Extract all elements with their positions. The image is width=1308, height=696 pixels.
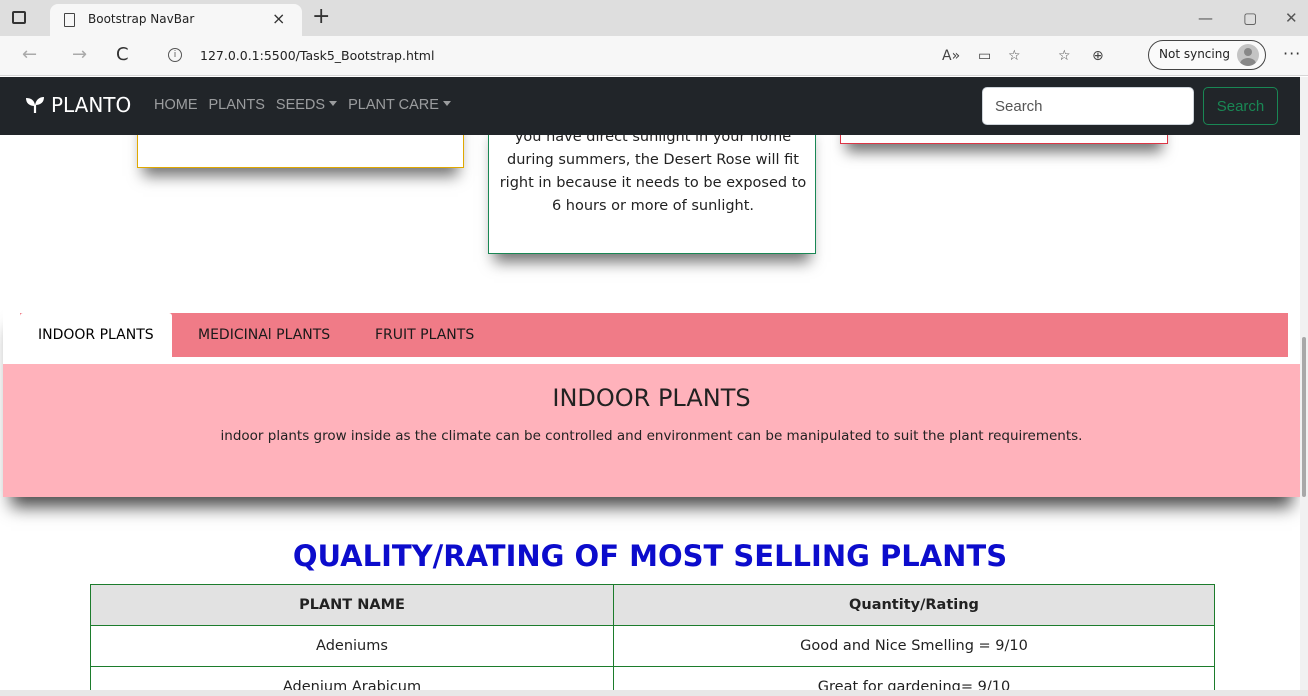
- nav-seeds-dropdown[interactable]: SEEDS: [276, 97, 337, 113]
- plant-card-desert-rose: you have direct sunlight in your home du…: [488, 117, 816, 254]
- plant-tabs-section: INDOOR PLANTS MEDICINAl PLANTS FRUIT PLA…: [3, 302, 1300, 497]
- tab-pane-indoor: INDOOR PLANTS indoor plants grow inside …: [3, 364, 1300, 497]
- address-bar[interactable]: i 127.0.0.1:5500/Task5_Bootstrap.html: [150, 42, 1150, 70]
- table-header-row: PLANT NAME Quantity/Rating: [90, 584, 1215, 626]
- url-text[interactable]: 127.0.0.1:5500/Task5_Bootstrap.html: [200, 48, 434, 63]
- collections-icon[interactable]: ⊕: [1092, 46, 1104, 66]
- cell-rating: Good and Nice Smelling = 9/10: [613, 625, 1215, 667]
- search-button[interactable]: Search: [1203, 87, 1278, 125]
- pane-description: indoor plants grow inside as the climate…: [220, 428, 1083, 444]
- forward-icon[interactable]: →: [72, 44, 87, 66]
- tab-fruit-plants[interactable]: FRUIT PLANTS: [375, 313, 474, 357]
- favorites-list-icon[interactable]: ☆: [1058, 46, 1071, 66]
- pane-title: INDOOR PLANTS: [552, 384, 751, 412]
- plant-tab-bar: INDOOR PLANTS MEDICINAl PLANTS FRUIT PLA…: [20, 313, 1288, 357]
- more-options-icon[interactable]: ···: [1283, 44, 1301, 63]
- header-quantity-rating: Quantity/Rating: [613, 584, 1215, 626]
- favorite-star-icon[interactable]: ☆: [1008, 46, 1021, 66]
- close-window-button[interactable]: ✕: [1285, 6, 1298, 30]
- sync-label: Not syncing: [1159, 47, 1230, 61]
- nav-home[interactable]: HOME: [154, 97, 198, 113]
- table-heading: QUALITY/RATING OF MOST SELLING PLANTS: [292, 539, 1008, 573]
- sprout-icon: [26, 97, 44, 113]
- nav-plant-care-dropdown[interactable]: PLANT CARE: [348, 97, 451, 113]
- close-tab-icon[interactable]: ×: [272, 9, 285, 29]
- table-row: Adeniums Good and Nice Smelling = 9/10: [90, 625, 1215, 667]
- page-scrollbar[interactable]: [1300, 77, 1308, 696]
- read-aloud-icon[interactable]: A»: [942, 46, 960, 66]
- new-tab-button[interactable]: +: [312, 4, 330, 30]
- brand-link[interactable]: PLANTO: [26, 93, 131, 117]
- search-input[interactable]: [982, 87, 1194, 125]
- back-icon[interactable]: ←: [22, 44, 37, 66]
- tab-indoor-plants[interactable]: INDOOR PLANTS: [20, 313, 172, 357]
- tab-medicinal-plants[interactable]: MEDICINAl PLANTS: [198, 313, 330, 357]
- site-navbar: PLANTO HOME PLANTS SEEDS PLANT CARE Sear…: [0, 77, 1300, 135]
- tab-title: Bootstrap NavBar: [88, 12, 195, 26]
- cell-plant-name: Adeniums: [90, 625, 614, 667]
- reload-icon[interactable]: C: [116, 44, 129, 66]
- scrollbar-thumb[interactable]: [1302, 337, 1306, 497]
- immersive-reader-icon[interactable]: ▭: [978, 46, 991, 66]
- restore-button[interactable]: ▢: [1243, 6, 1257, 30]
- browser-tab[interactable]: Bootstrap NavBar ×: [50, 4, 302, 36]
- card-description: you have direct sunlight in your home du…: [499, 129, 807, 214]
- browser-tab-strip: Bootstrap NavBar × + — ▢ ✕: [0, 0, 1308, 36]
- page-icon: [64, 13, 75, 27]
- site-info-icon[interactable]: i: [168, 48, 182, 62]
- quality-rating-table: PLANT NAME Quantity/Rating Adeniums Good…: [90, 584, 1215, 696]
- profile-sync-button[interactable]: Not syncing: [1148, 40, 1266, 70]
- nav-plants[interactable]: PLANTS: [209, 97, 265, 113]
- bottom-edge: [0, 690, 1308, 696]
- tab-actions-icon[interactable]: [12, 11, 26, 24]
- avatar: [1237, 44, 1259, 66]
- minimize-button[interactable]: —: [1198, 6, 1213, 30]
- page-viewport: PLANTO HOME PLANTS SEEDS PLANT CARE Sear…: [0, 77, 1308, 696]
- address-toolbar: ← → C i 127.0.0.1:5500/Task5_Bootstrap.h…: [0, 36, 1308, 76]
- nav-links: HOME PLANTS SEEDS PLANT CARE: [154, 97, 451, 113]
- header-plant-name: PLANT NAME: [90, 584, 614, 626]
- brand-name: PLANTO: [51, 93, 132, 117]
